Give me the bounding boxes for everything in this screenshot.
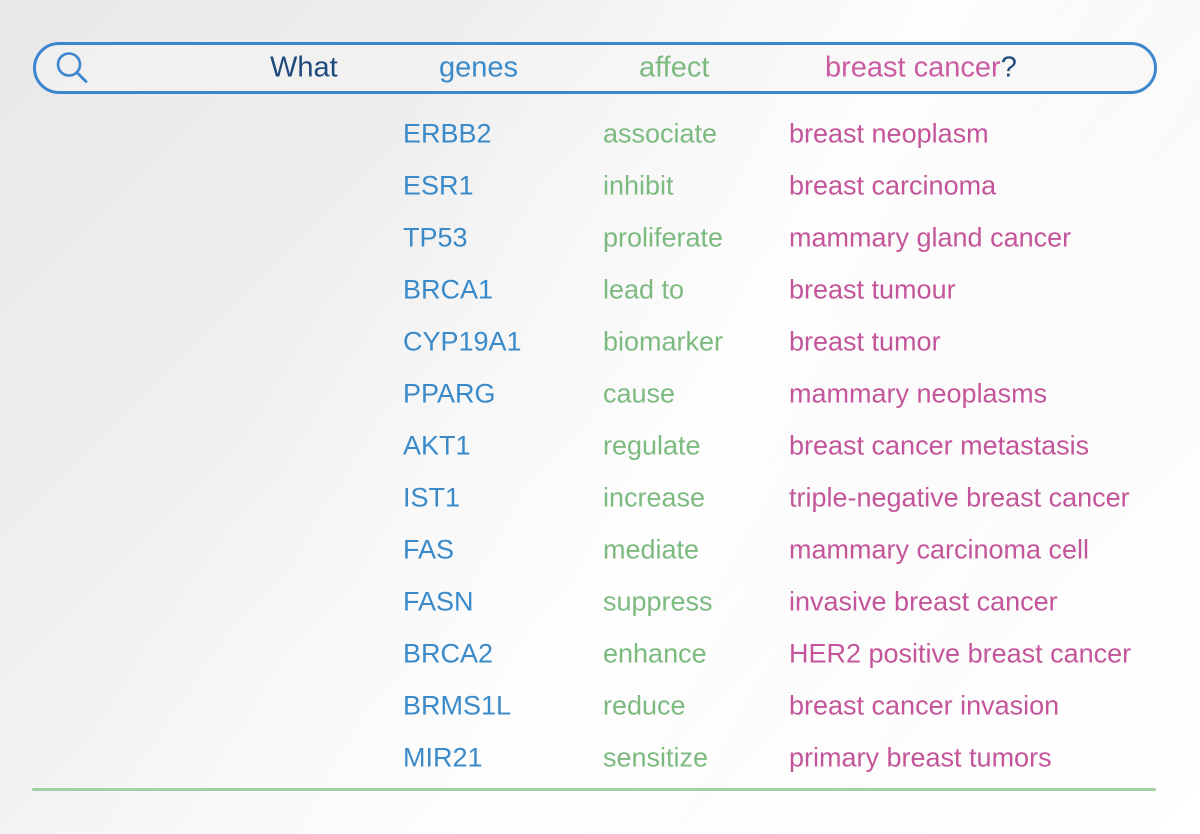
result-relation[interactable]: inhibit (603, 172, 674, 200)
result-disease[interactable]: breast carcinoma (789, 172, 996, 200)
result-gene[interactable]: ESR1 (403, 172, 474, 200)
result-row[interactable]: BRMS1L reduce breast cancer invasion (0, 680, 1200, 732)
result-relation[interactable]: proliferate (603, 224, 723, 252)
result-relation[interactable]: sensitize (603, 744, 708, 772)
result-gene[interactable]: IST1 (403, 484, 460, 512)
result-row[interactable]: MIR21 sensitize primary breast tumors (0, 732, 1200, 784)
result-row[interactable]: TP53 proliferate mammary gland cancer (0, 212, 1200, 264)
result-disease[interactable]: mammary neoplasms (789, 380, 1047, 408)
result-disease[interactable]: breast cancer invasion (789, 692, 1059, 720)
result-gene[interactable]: BRMS1L (403, 692, 511, 720)
result-gene[interactable]: CYP19A1 (403, 328, 522, 356)
result-gene[interactable]: MIR21 (403, 744, 483, 772)
result-row[interactable]: CYP19A1 biomarker breast tumor (0, 316, 1200, 368)
result-disease[interactable]: mammary gland cancer (789, 224, 1071, 252)
bottom-divider (32, 788, 1156, 791)
result-disease[interactable]: invasive breast cancer (789, 588, 1058, 616)
result-row[interactable]: FASN suppress invasive breast cancer (0, 576, 1200, 628)
result-row[interactable]: AKT1 regulate breast cancer metastasis (0, 420, 1200, 472)
search-results-page: What genes affect breast cancer? ERBB2 as… (0, 0, 1200, 834)
query-term-what: What (270, 51, 338, 84)
result-relation[interactable]: biomarker (603, 328, 723, 356)
result-disease[interactable]: breast tumour (789, 276, 956, 304)
result-relation[interactable]: associate (603, 120, 717, 148)
result-row[interactable]: BRCA1 lead to breast tumour (0, 264, 1200, 316)
result-relation[interactable]: reduce (603, 692, 686, 720)
result-relation[interactable]: suppress (603, 588, 713, 616)
query-term-object: breast cancer? (825, 51, 1017, 84)
result-gene[interactable]: FAS (403, 536, 454, 564)
result-gene[interactable]: FASN (403, 588, 474, 616)
result-relation[interactable]: regulate (603, 432, 701, 460)
result-disease[interactable]: triple-negative breast cancer (789, 484, 1130, 512)
query-term-affect: affect (639, 51, 710, 84)
result-disease[interactable]: breast tumor (789, 328, 941, 356)
result-disease[interactable]: primary breast tumors (789, 744, 1052, 772)
result-disease[interactable]: breast cancer metastasis (789, 432, 1089, 460)
result-relation[interactable]: lead to (603, 276, 684, 304)
result-disease[interactable]: mammary carcinoma cell (789, 536, 1089, 564)
result-relation[interactable]: cause (603, 380, 675, 408)
query-object-text: breast cancer (825, 51, 1001, 84)
query-term-genes: genes (439, 51, 519, 84)
result-row[interactable]: ESR1 inhibit breast carcinoma (0, 160, 1200, 212)
result-gene[interactable]: AKT1 (403, 432, 471, 460)
search-bar[interactable]: What genes affect breast cancer? (33, 42, 1157, 94)
result-gene[interactable]: ERBB2 (403, 120, 492, 148)
result-gene[interactable]: TP53 (403, 224, 468, 252)
result-row[interactable]: PPARG cause mammary neoplasms (0, 368, 1200, 420)
results-list: ERBB2 associate breast neoplasm ESR1 inhibit… (0, 108, 1200, 784)
result-gene[interactable]: BRCA1 (403, 276, 493, 304)
result-gene[interactable]: BRCA2 (403, 640, 493, 668)
query-question-mark: ? (1000, 51, 1017, 84)
search-icon[interactable] (52, 48, 92, 88)
result-gene[interactable]: PPARG (403, 380, 496, 408)
result-relation[interactable]: mediate (603, 536, 699, 564)
result-relation[interactable]: increase (603, 484, 705, 512)
search-query: What genes affect breast cancer? (36, 45, 1154, 91)
result-row[interactable]: FAS mediate mammary carcinoma cell (0, 524, 1200, 576)
result-relation[interactable]: enhance (603, 640, 707, 668)
result-row[interactable]: BRCA2 enhance HER2 positive breast cancer (0, 628, 1200, 680)
result-disease[interactable]: breast neoplasm (789, 120, 989, 148)
result-row[interactable]: IST1 increase triple-negative breast cance… (0, 472, 1200, 524)
result-row[interactable]: ERBB2 associate breast neoplasm (0, 108, 1200, 160)
result-disease[interactable]: HER2 positive breast cancer (789, 640, 1131, 668)
